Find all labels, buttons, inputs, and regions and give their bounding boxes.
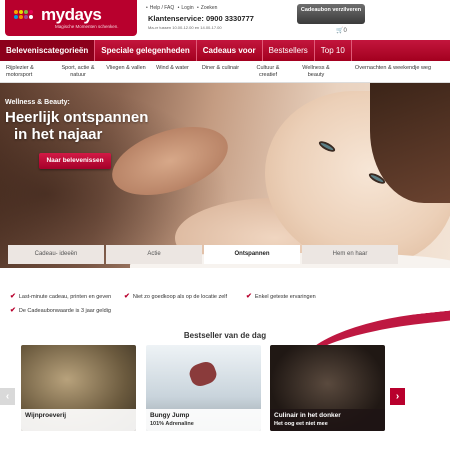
hero-tab-him-her[interactable]: Hem en haar (302, 245, 398, 264)
bullet-icon: • (197, 5, 199, 11)
hero-kicker: Wellness & Beauty: (5, 99, 70, 106)
check-icon: ✔ (246, 293, 252, 300)
nav-categories[interactable]: Beleveniscategorieën (0, 40, 96, 61)
hero-tab-action[interactable]: Actie (106, 245, 202, 264)
chevron-right-icon[interactable]: › (390, 388, 405, 405)
usp-text: De Cadeaubonwaarde is 3 jaar geldig (18, 308, 111, 314)
card-caption: Wijnproeverij (21, 409, 136, 431)
usp-text: Last-minute cadeau, printen en geven (18, 294, 112, 300)
redeem-voucher-label: Cadeaubon verzilveren (300, 7, 362, 13)
card-caption: Bungy Jump 101% Adrenaline (146, 409, 261, 431)
hero-tab-gift-ideas[interactable]: Cadeau- ideeën (8, 245, 104, 264)
cart[interactable]: 🛒0 (336, 27, 347, 34)
logo[interactable]: mydays Magische Momenten schenken. (5, 0, 137, 36)
check-icon: ✔ (124, 293, 130, 300)
bestseller-card-wine[interactable]: Wijnproeverij (21, 345, 136, 431)
card-title: Bungy Jump (150, 412, 190, 419)
usp-item: ✔ De Cadeaubonwaarde is 3 jaar geldig (10, 306, 111, 314)
hero-banner[interactable]: Wellness & Beauty: Heerlijk ontspannen i… (0, 83, 450, 268)
usp-item: ✔ Enkel geteste ervaringen (246, 292, 316, 300)
main-navigation: Beleveniscategorieën Speciale gelegenhed… (0, 40, 450, 61)
site-header: mydays Magische Momenten schenken. • Help… (0, 0, 450, 40)
card-caption: Culinair in het donker Het oog eet niet … (270, 409, 385, 431)
hero-title: Heerlijk ontspannen in het najaar (5, 109, 148, 143)
page: mydays Magische Momenten schenken. • Help… (0, 0, 450, 450)
hero-cta-button[interactable]: Naar belevenissen (39, 153, 111, 169)
logo-text: mydays (41, 5, 102, 24)
subnav-wind-water[interactable]: Wind & water (150, 65, 195, 72)
nav-special-occasions[interactable]: Speciale gelegenheden (95, 40, 197, 61)
search-link[interactable]: Zoeken (201, 5, 218, 11)
check-icon: ✔ (10, 307, 16, 314)
check-icon: ✔ (10, 293, 16, 300)
hero-tabs: Cadeau- ideeën Actie Ontspannen Hem en h… (8, 245, 398, 264)
subnav-driving[interactable]: Rijplezier & motorsport (6, 65, 48, 78)
category-subnav: Rijplezier & motorsport Sport, actie & n… (0, 61, 450, 83)
subnav-wellness[interactable]: Wellness & beauty (295, 65, 337, 78)
logo-tagline: Magische Momenten schenken. (55, 24, 119, 29)
usp-text: Niet zo goedkoop als op de locatie zelf (132, 294, 228, 300)
service-hours: Ma-vr tussen 10.00-12.00 en 14.00-17.00 (148, 25, 222, 30)
help-link[interactable]: Help / FAQ (150, 5, 174, 11)
subnav-dining[interactable]: Diner & culinair (197, 65, 244, 72)
chevron-left-icon[interactable]: ‹ (0, 388, 15, 405)
card-photo-jumper (187, 359, 219, 389)
nav-top-10[interactable]: Top 10 (315, 40, 352, 61)
subnav-flying[interactable]: Vliegen & vallen (106, 65, 146, 72)
card-title: Culinair in het donker (274, 412, 341, 419)
usp-item: ✔ Last-minute cadeau, printen en geven (10, 292, 111, 300)
hero-title-line2: in het najaar (14, 126, 103, 143)
customer-service-phone: Klantenservice: 0900 3330777 (148, 14, 254, 23)
usp-text: Enkel geteste ervaringen (254, 294, 316, 300)
card-subtitle: Het oog eet niet mee (274, 421, 328, 427)
hero-title-line1: Heerlijk ontspannen (5, 109, 149, 126)
subnav-culture[interactable]: Cultuur & creatief (249, 65, 287, 78)
subnav-overnight[interactable]: Overnachten & weekendje weg (340, 65, 446, 72)
card-title: Wijnproeverij (25, 412, 67, 419)
subnav-sport[interactable]: Sport, actie & natuur (55, 65, 101, 78)
logo-dots-icon (14, 10, 38, 20)
usp-item: ✔ Niet zo goedkoop als op de locatie zelf (124, 292, 227, 300)
bestseller-card-bungy[interactable]: Bungy Jump 101% Adrenaline (146, 345, 261, 431)
nav-gifts-for[interactable]: Cadeaus voor (197, 40, 263, 61)
bestseller-card-dark-dining[interactable]: Culinair in het donker Het oog eet niet … (270, 345, 385, 431)
hero-tab-relax[interactable]: Ontspannen (204, 245, 300, 264)
redeem-voucher-button[interactable]: Cadeaubon verzilveren (297, 4, 365, 24)
header-links: • Help / FAQ • Login • Zoeken (146, 5, 219, 11)
bullet-icon: • (146, 5, 148, 11)
card-subtitle: 101% Adrenaline (150, 421, 194, 427)
bestseller-title: Bestseller van de dag (183, 331, 267, 340)
nav-bestsellers[interactable]: Bestsellers (263, 40, 315, 61)
login-link[interactable]: Login (181, 5, 193, 11)
cart-count: 0 (343, 28, 347, 34)
bullet-icon: • (177, 5, 180, 11)
